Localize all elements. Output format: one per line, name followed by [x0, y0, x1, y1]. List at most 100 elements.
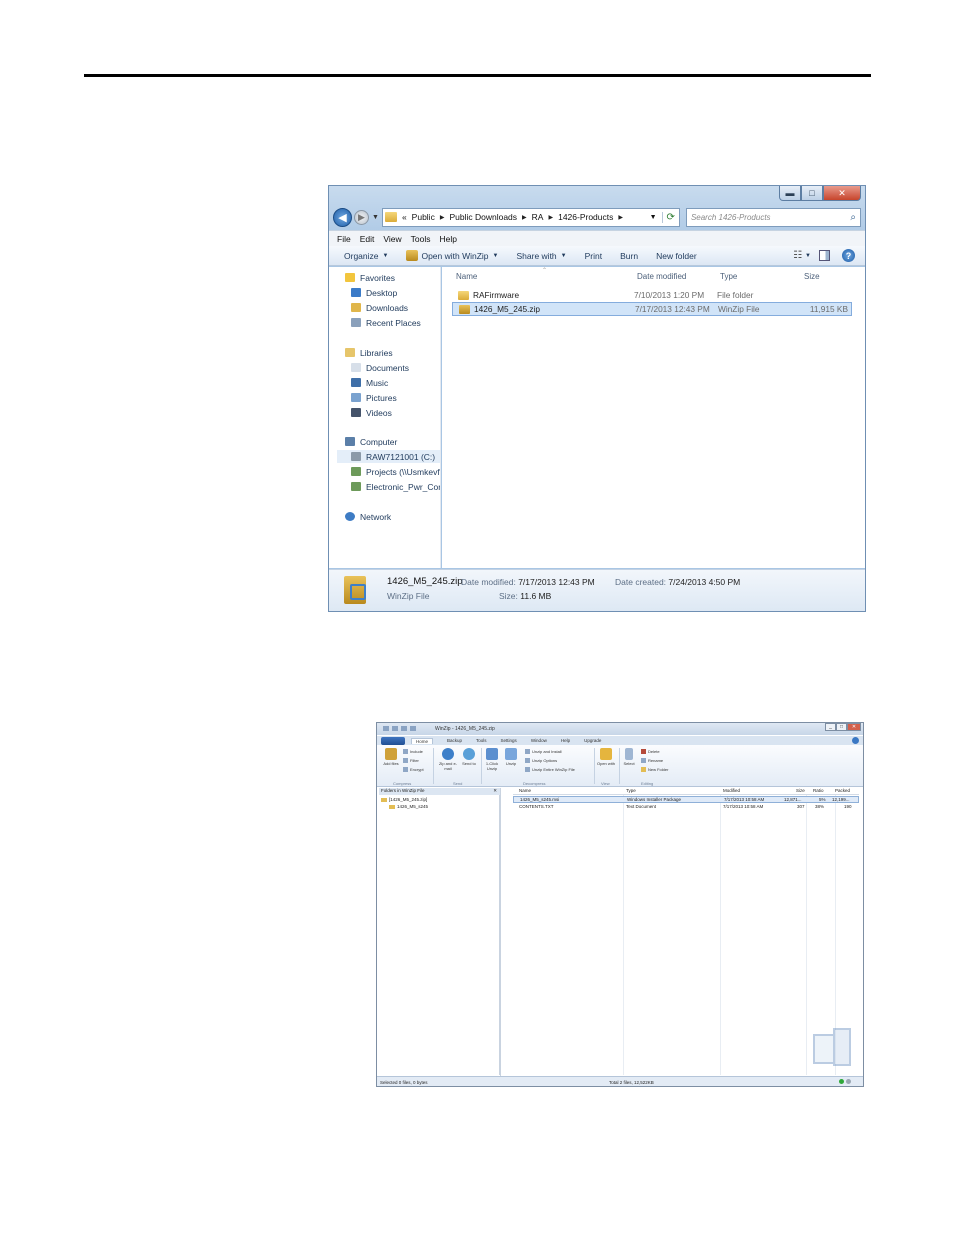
file-row-selected[interactable]: 1426_M5_245.zip 7/17/2013 12:43 PM WinZi… [452, 302, 852, 316]
tree-item-root[interactable]: [1426_M5_245.zip] [381, 797, 427, 802]
close-button[interactable]: ✕ [823, 186, 861, 201]
minimize-button[interactable]: ▬ [779, 186, 801, 201]
address-bar[interactable]: « Public ▶ Public Downloads ▶ RA ▶ 1426-… [381, 207, 680, 227]
breadcrumb-separator-icon[interactable]: ▶ [440, 214, 445, 221]
nav-electronic[interactable]: Electronic_Pwr_Comp [351, 480, 440, 493]
back-arrow-icon[interactable]: ◀ [333, 207, 352, 227]
customize-chevron-icon[interactable] [410, 726, 416, 731]
rename-icon [641, 758, 646, 763]
burn-button[interactable]: Burn [620, 251, 638, 261]
include-button[interactable]: Include [403, 749, 423, 754]
wz-column-type[interactable]: Type [626, 788, 636, 793]
nav-videos[interactable]: Videos [351, 406, 392, 419]
nav-drive-c[interactable]: RAW7121001 (C:) [337, 450, 440, 463]
column-size[interactable]: Size [804, 272, 820, 281]
help-icon[interactable] [852, 737, 859, 744]
menu-file[interactable]: File [337, 234, 351, 244]
pane-splitter[interactable] [500, 788, 501, 1076]
encrypt-button[interactable]: Encrypt [403, 767, 424, 772]
winzip-minimize-button[interactable]: _ [825, 723, 836, 731]
unzip-install-button[interactable]: Unzip and Install [525, 749, 562, 754]
tab-home[interactable]: Home [411, 737, 434, 744]
help-icon[interactable]: ? [842, 249, 855, 262]
breadcrumb-public[interactable]: Public [412, 212, 435, 222]
unzip-options-button[interactable]: Unzip Options [525, 758, 557, 763]
open-with-button[interactable]: Open with [597, 748, 615, 766]
nav-downloads[interactable]: Downloads [351, 301, 408, 314]
breadcrumb-1426-products[interactable]: 1426-Products [558, 212, 613, 222]
nav-pictures[interactable]: Pictures [351, 391, 397, 404]
new-folder-button[interactable]: New folder [656, 251, 697, 261]
share-with-button[interactable]: Share with ▼ [517, 251, 567, 261]
open-with-winzip-button[interactable]: Open with WinZip ▼ [406, 250, 499, 261]
folder-icon [458, 290, 469, 300]
breadcrumb-separator-icon[interactable]: ▶ [618, 214, 623, 221]
nav-music[interactable]: Music [351, 376, 388, 389]
winzip-maximize-button[interactable]: □ [836, 723, 847, 731]
tab-backup[interactable]: Backup [447, 738, 462, 743]
nav-favorites[interactable]: Favorites [345, 271, 395, 284]
wz-column-size[interactable]: Size [796, 788, 805, 793]
nav-desktop[interactable]: Desktop [351, 286, 397, 299]
tab-upgrade[interactable]: Upgrade [584, 738, 601, 743]
breadcrumb-overflow[interactable]: « [402, 212, 407, 222]
add-files-button[interactable]: Add files [383, 748, 399, 766]
new-folder-button[interactable]: New Folder [641, 767, 668, 772]
breadcrumb-separator-icon[interactable]: ▶ [548, 214, 553, 221]
breadcrumb-separator-icon[interactable]: ▶ [522, 214, 527, 221]
preview-pane-icon[interactable] [819, 250, 830, 261]
wz-column-ratio[interactable]: Ratio [813, 788, 824, 793]
tab-window[interactable]: Window [531, 738, 547, 743]
file-row[interactable]: RAFirmware 7/10/2013 1:20 PM File folder [452, 288, 852, 302]
nav-documents[interactable]: Documents [351, 361, 409, 374]
chevron-down-icon[interactable]: ▼ [805, 253, 811, 259]
maximize-button[interactable]: □ [801, 186, 823, 201]
nav-projects[interactable]: Projects (\\Usmkevfil [351, 465, 440, 478]
select-button[interactable]: Select [622, 748, 636, 766]
tree-item-folder[interactable]: 1426_M5_s245 [389, 804, 428, 809]
unzip-button[interactable]: Unzip [503, 748, 519, 766]
send-to-button[interactable]: Send to [461, 748, 477, 766]
undo-icon[interactable] [401, 726, 407, 731]
search-input[interactable]: Search 1426-Products ⌕ [685, 207, 861, 227]
rename-button[interactable]: Rename [641, 758, 663, 763]
tab-help[interactable]: Help [561, 738, 570, 743]
breadcrumb-ra[interactable]: RA [532, 212, 544, 222]
menu-view[interactable]: View [383, 234, 401, 244]
wz-column-modified[interactable]: Modified [723, 788, 740, 793]
nav-network[interactable]: Network [345, 510, 391, 523]
winzip-app-menu-button[interactable] [381, 736, 405, 745]
wz-column-packed[interactable]: Packed [835, 788, 850, 793]
unzip-entire-button[interactable]: Unzip Entire WinZip File [525, 767, 575, 772]
column-type[interactable]: Type [720, 272, 737, 281]
search-icon[interactable]: ⌕ [850, 212, 860, 223]
recent-pages-chevron-icon[interactable]: ▼ [372, 214, 379, 221]
address-history-chevron-icon[interactable]: ▼ [650, 214, 657, 221]
one-click-unzip-button[interactable]: 1-Click Unzip [483, 748, 501, 771]
forward-arrow-icon[interactable]: ▶ [354, 209, 369, 225]
delete-button[interactable]: Delete [641, 749, 660, 754]
tab-tools[interactable]: Tools [476, 738, 487, 743]
nav-libraries[interactable]: Libraries [345, 346, 393, 359]
winzip-close-button[interactable]: ✕ [847, 723, 861, 731]
print-button[interactable]: Print [585, 251, 602, 261]
save-icon[interactable] [392, 726, 398, 731]
nav-recent-places[interactable]: Recent Places [351, 316, 421, 329]
tab-settings[interactable]: Settings [501, 738, 517, 743]
nav-computer[interactable]: Computer [345, 435, 397, 448]
organize-button[interactable]: Organize ▼ [344, 251, 388, 261]
breadcrumb-public-downloads[interactable]: Public Downloads [449, 212, 517, 222]
menu-tools[interactable]: Tools [411, 234, 431, 244]
wz-column-name[interactable]: Name [519, 788, 531, 793]
table-row[interactable]: 1426_M5_s245.msi Windows Installer Packa… [513, 796, 859, 803]
view-options-icon[interactable]: ☷ [793, 250, 802, 261]
filter-button[interactable]: Filter [403, 758, 419, 763]
menu-edit[interactable]: Edit [360, 234, 375, 244]
zip-email-button[interactable]: Zip and e-mail [437, 748, 459, 771]
close-pane-icon[interactable]: ✕ [493, 788, 497, 794]
refresh-icon[interactable]: ⟳ [661, 211, 679, 223]
column-name[interactable]: Name [456, 272, 477, 281]
table-row[interactable]: CONTENTS.TXT Text Document 7/17/2013 10:… [513, 804, 859, 811]
menu-help[interactable]: Help [439, 234, 456, 244]
column-date-modified[interactable]: Date modified [637, 272, 686, 281]
